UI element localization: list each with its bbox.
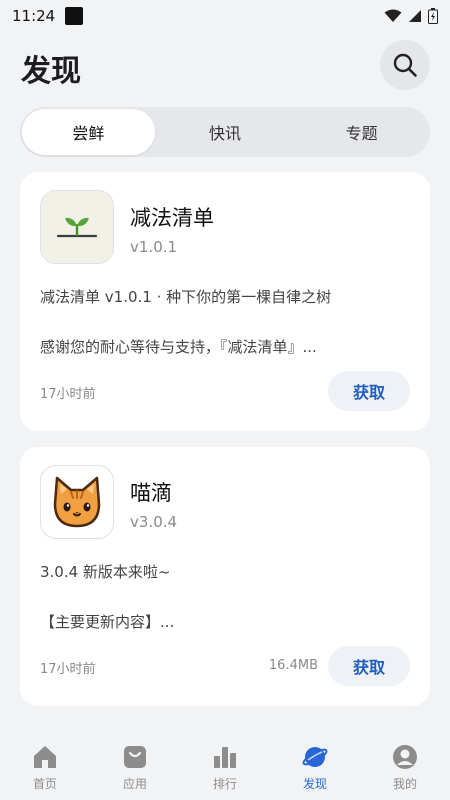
segmented-tabs: 尝鲜 快讯 专题	[20, 107, 430, 157]
app-version: v3.0.4	[130, 513, 178, 531]
tab-news[interactable]: 快讯	[159, 109, 292, 155]
app-name: 喵滴	[130, 481, 172, 505]
post-time: 17小时前	[40, 387, 96, 402]
search-icon	[393, 53, 417, 77]
app-name: 减法清单	[130, 206, 214, 230]
get-button[interactable]: 获取	[328, 371, 410, 411]
bag-icon	[124, 746, 146, 768]
nav-label: 首页	[32, 777, 57, 791]
battery-icon	[428, 8, 438, 24]
nav-label: 我的	[392, 777, 417, 791]
app-description-detail: 感谢您的耐心等待与支持，『减法清单』...	[40, 338, 317, 356]
cat-icon	[40, 465, 114, 539]
nav-apps[interactable]: 应用	[90, 732, 180, 792]
get-button[interactable]: 获取	[328, 646, 410, 686]
sprout-icon	[40, 190, 114, 264]
chart-icon	[214, 747, 236, 768]
app-card[interactable]: 减法清单 v1.0.1 减法清单 v1.0.1 · 种下你的第一棵自律之树 感谢…	[20, 172, 430, 431]
status-bar: 11:24	[0, 0, 450, 32]
app-description-detail: 【主要更新内容】...	[40, 613, 175, 631]
profile-icon	[393, 745, 417, 769]
post-time: 17小时前	[40, 662, 96, 677]
notification-icon	[65, 7, 84, 25]
signal-icon	[409, 10, 421, 22]
search-button[interactable]	[380, 40, 430, 90]
app-description: 3.0.4 新版本来啦~	[40, 563, 171, 581]
page-title: 发现	[21, 54, 81, 89]
bottom-nav: 首页 应用 排行 发现 我的	[0, 732, 450, 800]
nav-ranking[interactable]: 排行	[180, 732, 270, 792]
nav-home[interactable]: 首页	[0, 732, 90, 792]
nav-discover[interactable]: 发现	[270, 732, 360, 792]
wifi-icon	[384, 9, 402, 22]
status-time: 11:24	[12, 7, 56, 25]
nav-label: 排行	[212, 777, 237, 791]
nav-label: 发现	[302, 777, 327, 791]
app-version: v1.0.1	[130, 238, 178, 256]
app-size: 16.4MB	[268, 658, 318, 673]
app-card[interactable]: 喵滴 v3.0.4 3.0.4 新版本来啦~ 【主要更新内容】... 17小时前…	[20, 447, 430, 706]
app-description: 减法清单 v1.0.1 · 种下你的第一棵自律之树	[40, 288, 332, 306]
home-icon	[34, 746, 56, 768]
planet-icon	[302, 747, 328, 767]
nav-label: 应用	[122, 777, 147, 791]
tab-topics[interactable]: 专题	[295, 109, 428, 155]
nav-profile[interactable]: 我的	[360, 732, 450, 792]
tab-try[interactable]: 尝鲜	[22, 109, 155, 155]
